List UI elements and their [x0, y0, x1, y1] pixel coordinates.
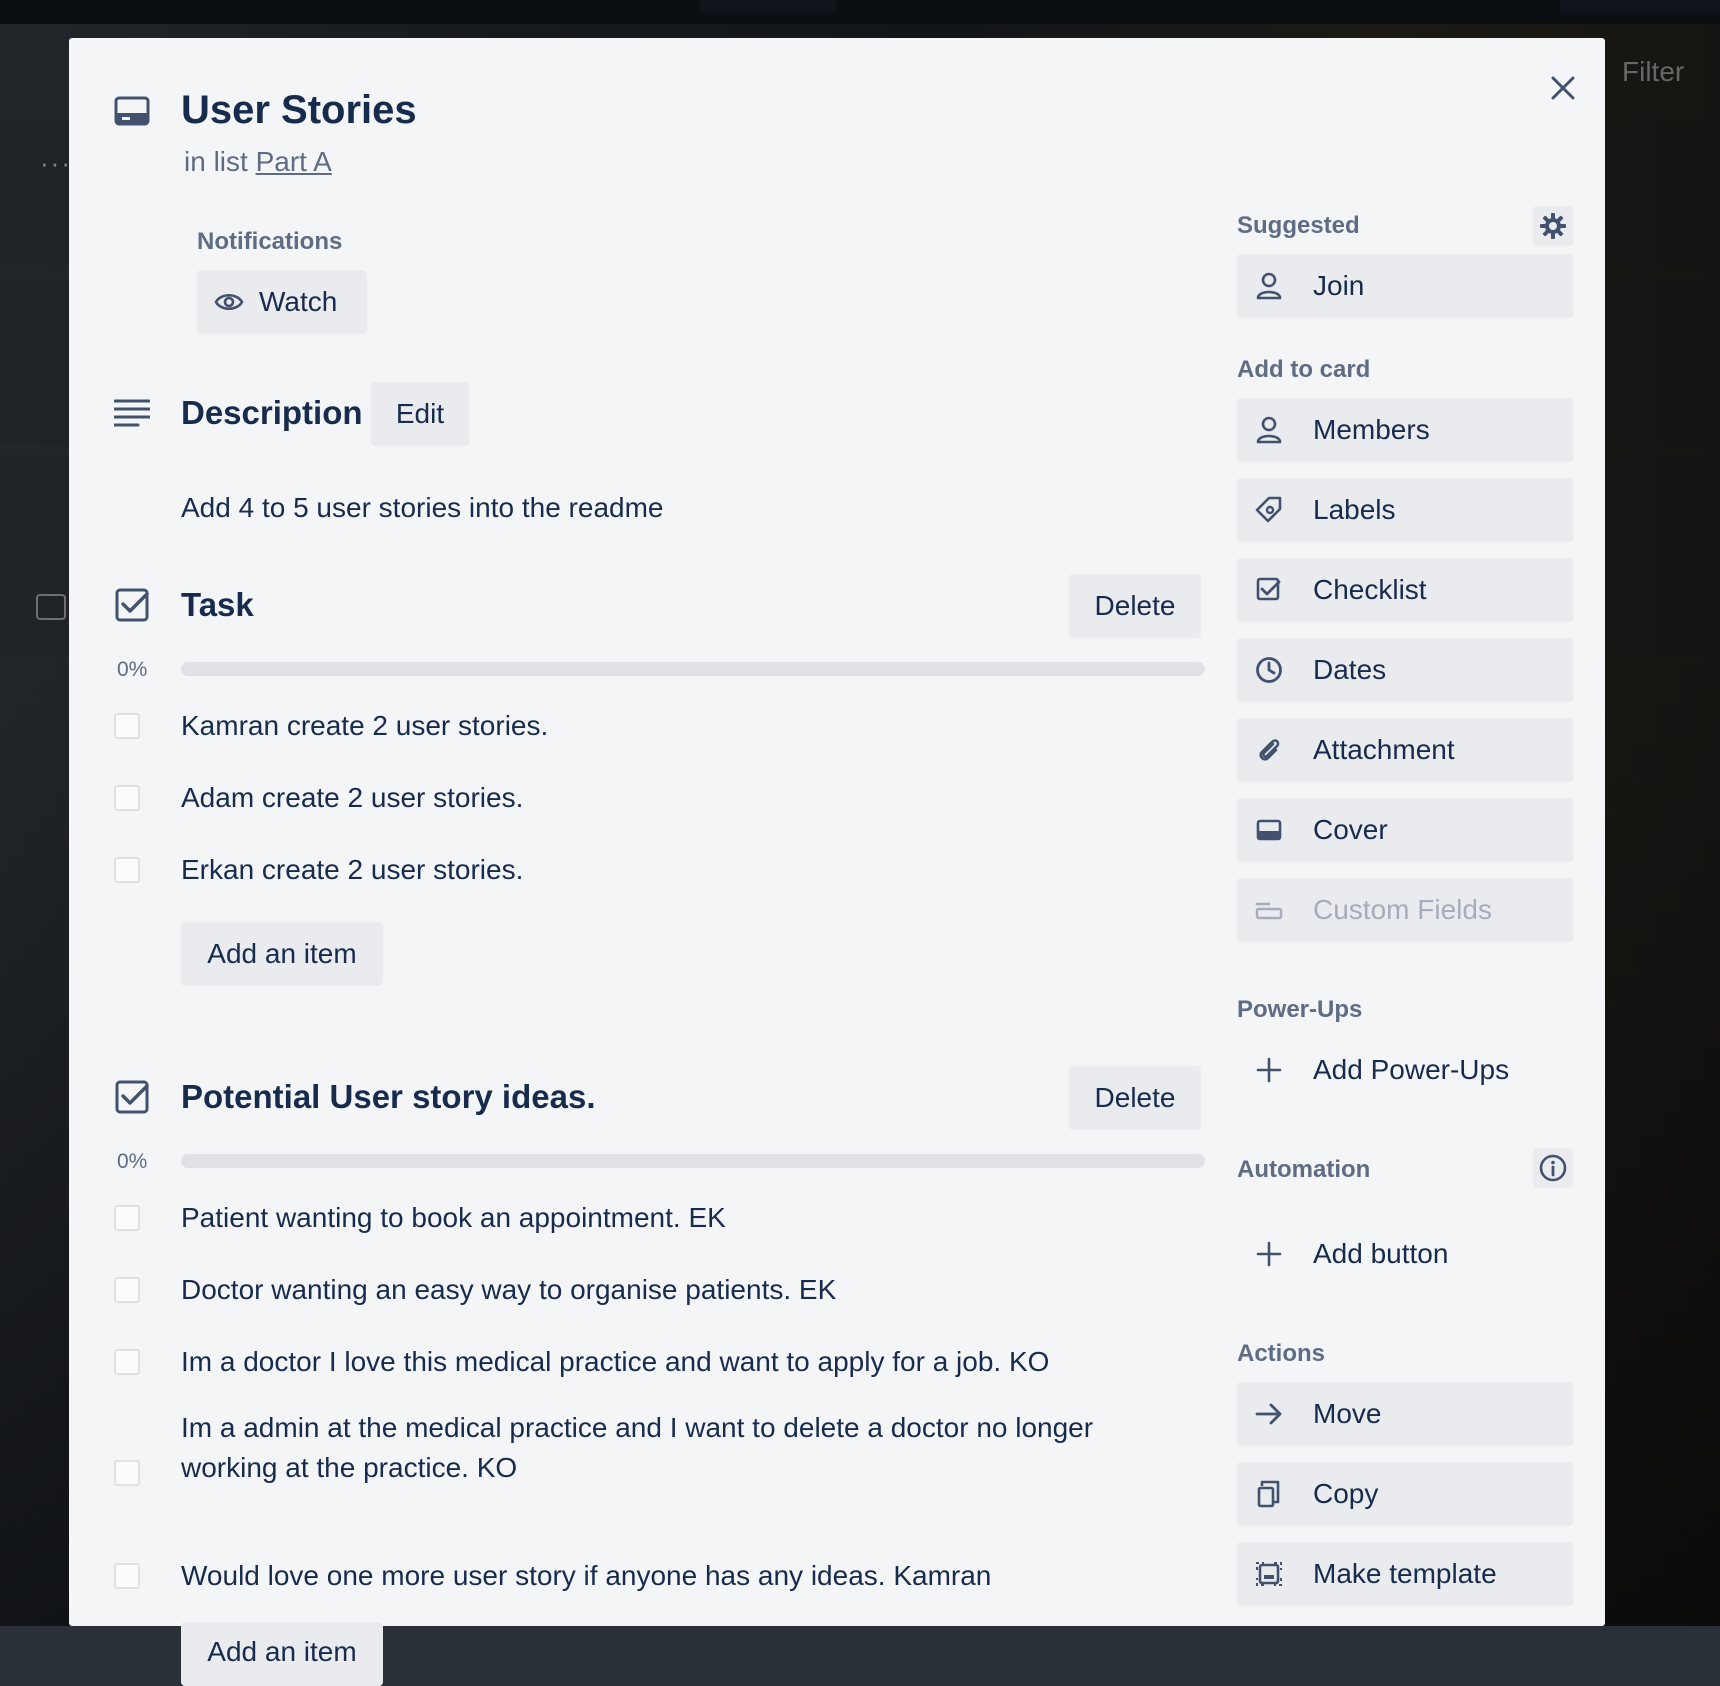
plus-icon — [1253, 1054, 1285, 1086]
clock-icon — [1253, 654, 1285, 686]
checklist-item-checkbox[interactable] — [114, 1349, 140, 1375]
checklist-item-checkbox[interactable] — [114, 1563, 140, 1589]
close-icon — [1549, 74, 1577, 102]
custom-fields-icon — [1253, 894, 1285, 926]
description-text[interactable]: Add 4 to 5 user stories into the readme — [181, 488, 664, 528]
labels-label: Labels — [1313, 494, 1396, 525]
checklist-progress-percent: 0% — [117, 1150, 148, 1173]
power-ups-label: Power-Ups — [1237, 996, 1363, 1023]
attachment-label: Attachment — [1313, 734, 1455, 765]
custom-fields-button[interactable]: Custom Fields — [1237, 878, 1573, 942]
checklist-item-text[interactable]: Doctor wanting an easy way to organise p… — [181, 1270, 836, 1310]
checklist-title[interactable]: Potential User story ideas. — [181, 1078, 595, 1116]
checklist-item-text[interactable]: Adam create 2 user stories. — [181, 778, 523, 818]
checklist-icon — [115, 1080, 151, 1116]
members-button[interactable]: Members — [1237, 398, 1573, 462]
checklist-item-checkbox[interactable] — [114, 857, 140, 883]
tag-icon — [1253, 494, 1285, 526]
add-to-card-label: Add to card — [1237, 356, 1371, 383]
add-power-ups-label: Add Power-Ups — [1313, 1054, 1510, 1085]
labels-button[interactable]: Labels — [1237, 478, 1573, 542]
copy-icon — [1253, 1478, 1285, 1510]
notifications-label: Notifications — [197, 228, 343, 255]
template-icon — [1253, 1558, 1285, 1590]
attachment-button[interactable]: Attachment — [1237, 718, 1573, 782]
checklist-item-text[interactable]: Im a admin at the medical practice and I… — [181, 1408, 1161, 1488]
make-template-button[interactable]: Make template — [1237, 1542, 1573, 1606]
checklist-item-text[interactable]: Patient wanting to book an appointment. … — [181, 1198, 726, 1238]
checklist-icon — [1253, 574, 1285, 606]
checklist-item-text[interactable]: Im a doctor I love this medical practice… — [181, 1342, 1049, 1382]
move-button[interactable]: Move — [1237, 1382, 1573, 1446]
watch-label: Watch — [259, 286, 338, 317]
delete-checklist-button[interactable]: Delete — [1069, 1066, 1201, 1130]
dates-button[interactable]: Dates — [1237, 638, 1573, 702]
watch-button[interactable]: Watch — [197, 270, 367, 334]
actions-label: Actions — [1237, 1340, 1326, 1367]
automation-label: Automation — [1237, 1156, 1371, 1183]
checklist-item-checkbox[interactable] — [114, 1460, 140, 1486]
add-item-button[interactable]: Add an item — [181, 922, 383, 986]
checklist-label: Checklist — [1313, 574, 1427, 605]
card-icon — [114, 96, 150, 126]
custom-fields-label: Custom Fields — [1313, 894, 1492, 925]
copy-label: Copy — [1313, 1478, 1379, 1509]
card-list-info: in list Part A — [184, 146, 332, 178]
description-heading: Description — [181, 394, 363, 431]
checklist-item-checkbox[interactable] — [114, 1205, 140, 1231]
join-button[interactable]: Join — [1237, 254, 1573, 318]
checklist-item-checkbox[interactable] — [114, 785, 140, 811]
checklist-title[interactable]: Task — [181, 586, 254, 624]
checklist-progress-percent: 0% — [117, 658, 148, 681]
checklist-button[interactable]: Checklist — [1237, 558, 1573, 622]
board-card-icon — [36, 594, 66, 620]
close-button[interactable] — [1539, 64, 1587, 112]
checklist-progress-bar — [181, 1154, 1205, 1168]
arrow-right-icon — [1253, 1398, 1285, 1430]
description-icon — [114, 398, 150, 428]
paperclip-icon — [1253, 734, 1285, 766]
make-template-label: Make template — [1313, 1558, 1497, 1589]
gear-icon — [1540, 213, 1566, 239]
plus-icon — [1253, 1238, 1285, 1270]
checklist-progress-bar — [181, 662, 1205, 676]
checklist-item-text[interactable]: Would love one more user story if anyone… — [181, 1556, 991, 1596]
add-automation-button[interactable]: Add button — [1237, 1222, 1573, 1286]
members-label: Members — [1313, 414, 1430, 445]
join-label: Join — [1313, 270, 1365, 301]
add-power-ups-button[interactable]: Add Power-Ups — [1237, 1038, 1573, 1102]
checklist-item-checkbox[interactable] — [114, 1277, 140, 1303]
dates-label: Dates — [1313, 654, 1387, 685]
card-title[interactable]: User Stories — [181, 88, 417, 133]
add-button-label: Add button — [1313, 1238, 1449, 1269]
person-icon — [1253, 270, 1285, 302]
checklist-item-text[interactable]: Erkan create 2 user stories. — [181, 850, 523, 890]
copy-button[interactable]: Copy — [1237, 1462, 1573, 1526]
checklist-item-checkbox[interactable] — [114, 713, 140, 739]
move-label: Move — [1313, 1398, 1382, 1429]
board-menu-icon[interactable]: ··· — [40, 148, 72, 179]
cover-button[interactable]: Cover — [1237, 798, 1573, 862]
edit-description-button[interactable]: Edit — [371, 382, 469, 446]
checklist-icon — [115, 588, 151, 624]
cover-label: Cover — [1313, 814, 1388, 845]
suggested-label: Suggested — [1237, 212, 1360, 239]
checklist-item-text[interactable]: Kamran create 2 user stories. — [181, 706, 548, 746]
list-prefix: in list — [184, 146, 248, 177]
add-item-button[interactable]: Add an item — [181, 1622, 383, 1686]
board-filter-button[interactable]: Filter — [1622, 56, 1684, 88]
list-link[interactable]: Part A — [256, 146, 332, 177]
info-icon — [1539, 1154, 1567, 1182]
suggested-settings-button[interactable] — [1533, 206, 1573, 246]
eye-icon — [213, 286, 245, 318]
card-detail-modal: User Stories in list Part A Notification… — [69, 38, 1605, 1686]
delete-checklist-button[interactable]: Delete — [1069, 574, 1201, 638]
automation-info-button[interactable] — [1533, 1148, 1573, 1188]
cover-icon — [1253, 814, 1285, 846]
person-icon — [1253, 414, 1285, 446]
